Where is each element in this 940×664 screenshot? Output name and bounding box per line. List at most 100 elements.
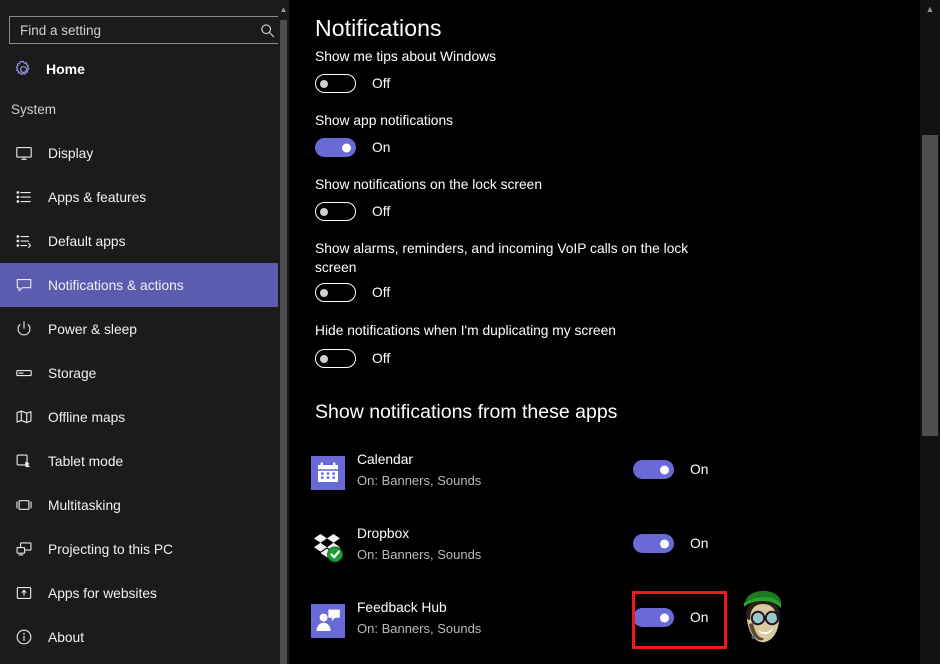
toggle-knob [660,539,669,548]
dropbox-app-icon [311,530,345,564]
app-name: Calendar [357,452,413,467]
sidebar-item-label: Power & sleep [48,322,137,337]
app-toggle-state-label: On [690,536,708,551]
sidebar-item-label: Tablet mode [48,454,123,469]
app-status: On: Banners, Sounds [357,547,481,562]
setting-label: Show alarms, reminders, and incoming VoI… [315,239,715,277]
sidebar-item-display[interactable]: Display [0,131,278,175]
toggle-state-label: Off [372,204,390,219]
toggle-knob [320,80,328,88]
feedback-hub-app-icon [311,604,345,638]
sidebar-home-label: Home [46,61,85,77]
monitor-icon [12,141,36,165]
sidebar-item-label: Default apps [48,234,125,249]
app-toggle-state-label: On [690,462,708,477]
setting-label: Show app notifications [315,111,715,130]
toggle-state-label: Off [372,76,390,91]
setting-toggle-row: Off [315,349,390,368]
app-toggle-state-label: On [690,610,708,625]
toggle-knob [320,289,328,297]
setting-toggle-row: Off [315,283,390,302]
app-toggle-switch[interactable] [633,460,674,479]
toggle-switch[interactable] [315,349,356,368]
chevron-up-icon[interactable]: ▲ [278,4,289,16]
toggle-switch[interactable] [315,202,356,221]
power-icon [12,317,36,341]
sidebar-item-multitasking[interactable]: Multitasking [0,483,278,527]
sidebar-nav-list: Display Apps & features Default apps Notifi… [0,131,278,659]
sidebar-scrollbar-thumb[interactable] [280,20,287,664]
setting-toggle-row: Off [315,74,390,93]
list-arrow-icon [12,229,36,253]
app-notification-row: Feedback Hub On: Banners, Sounds On [311,598,911,646]
page-title: Notifications [315,15,442,42]
toggle-knob [320,355,328,363]
sidebar-item-label: About [48,630,84,645]
sidebar-item-label: Storage [48,366,96,381]
app-toggle-switch[interactable] [633,608,674,627]
app-name: Feedback Hub [357,600,447,615]
setting-label: Show notifications on the lock screen [315,175,715,194]
mascot-illustration [733,590,787,646]
app-toggle-row: On [633,534,708,553]
toggle-state-label: Off [372,285,390,300]
app-toggle-row: On [633,608,708,627]
app-status: On: Banners, Sounds [357,473,481,488]
sidebar-item-label: Apps & features [48,190,146,205]
sidebar-item-label: Notifications & actions [48,278,184,293]
sidebar-item-tablet-mode[interactable]: Tablet mode [0,439,278,483]
map-icon [12,405,36,429]
sidebar-item-about[interactable]: About [0,615,278,659]
web-app-icon [12,581,36,605]
sidebar-section-label: System [11,102,56,117]
sidebar-item-offline-maps[interactable]: Offline maps [0,395,278,439]
setting-toggle-row: On [315,138,390,157]
toggle-state-label: Off [372,351,390,366]
search-icon[interactable] [254,17,278,43]
toggle-knob [320,208,328,216]
chat-icon [12,273,36,297]
sidebar-item-default-apps[interactable]: Default apps [0,219,278,263]
toggle-switch[interactable] [315,74,356,93]
sidebar-item-label: Offline maps [48,410,125,425]
toggle-state-label: On [372,140,390,155]
gear-icon [10,56,36,82]
sidebar-item-notifications-actions[interactable]: Notifications & actions [0,263,278,307]
app-name: Dropbox [357,526,409,541]
sidebar-item-storage[interactable]: Storage [0,351,278,395]
toggle-knob [660,613,669,622]
setting-label: Hide notifications when I'm duplicating … [315,321,715,340]
content-scrollbar-thumb[interactable] [922,135,938,436]
info-icon [12,625,36,649]
tablet-icon [12,449,36,473]
chevron-up-icon[interactable]: ▲ [920,2,940,16]
app-status: On: Banners, Sounds [357,621,481,636]
sidebar-item-home[interactable]: Home [0,54,278,84]
sidebar-item-apps-features[interactable]: Apps & features [0,175,278,219]
setting-toggle-row: Off [315,202,390,221]
sidebar-item-apps-for-websites[interactable]: Apps for websites [0,571,278,615]
apps-section-heading: Show notifications from these apps [315,401,617,424]
sidebar-item-projecting-to-this-pc[interactable]: Projecting to this PC [0,527,278,571]
toggle-knob [660,465,669,474]
project-icon [12,537,36,561]
drive-icon [12,361,36,385]
sidebar-item-label: Projecting to this PC [48,542,173,557]
toggle-knob [342,143,351,152]
toggle-switch[interactable] [315,138,356,157]
search-box[interactable] [9,16,278,44]
app-toggle-switch[interactable] [633,534,674,553]
sidebar-item-power-sleep[interactable]: Power & sleep [0,307,278,351]
app-toggle-row: On [633,460,708,479]
content-scrollbar[interactable]: ▲ [920,0,940,664]
search-input[interactable] [10,23,254,38]
settings-content-pane: Notifications Show me tips about Windows… [289,0,917,664]
sidebar-scrollbar[interactable]: ▲ [278,0,289,664]
toggle-switch[interactable] [315,283,356,302]
settings-sidebar: Home System Display Apps & features Defaul… [0,0,278,664]
sidebar-item-label: Display [48,146,93,161]
calendar-app-icon [311,456,345,490]
list-icon [12,185,36,209]
app-notification-row: Calendar On: Banners, Sounds On [311,450,911,498]
windows-icon [12,493,36,517]
